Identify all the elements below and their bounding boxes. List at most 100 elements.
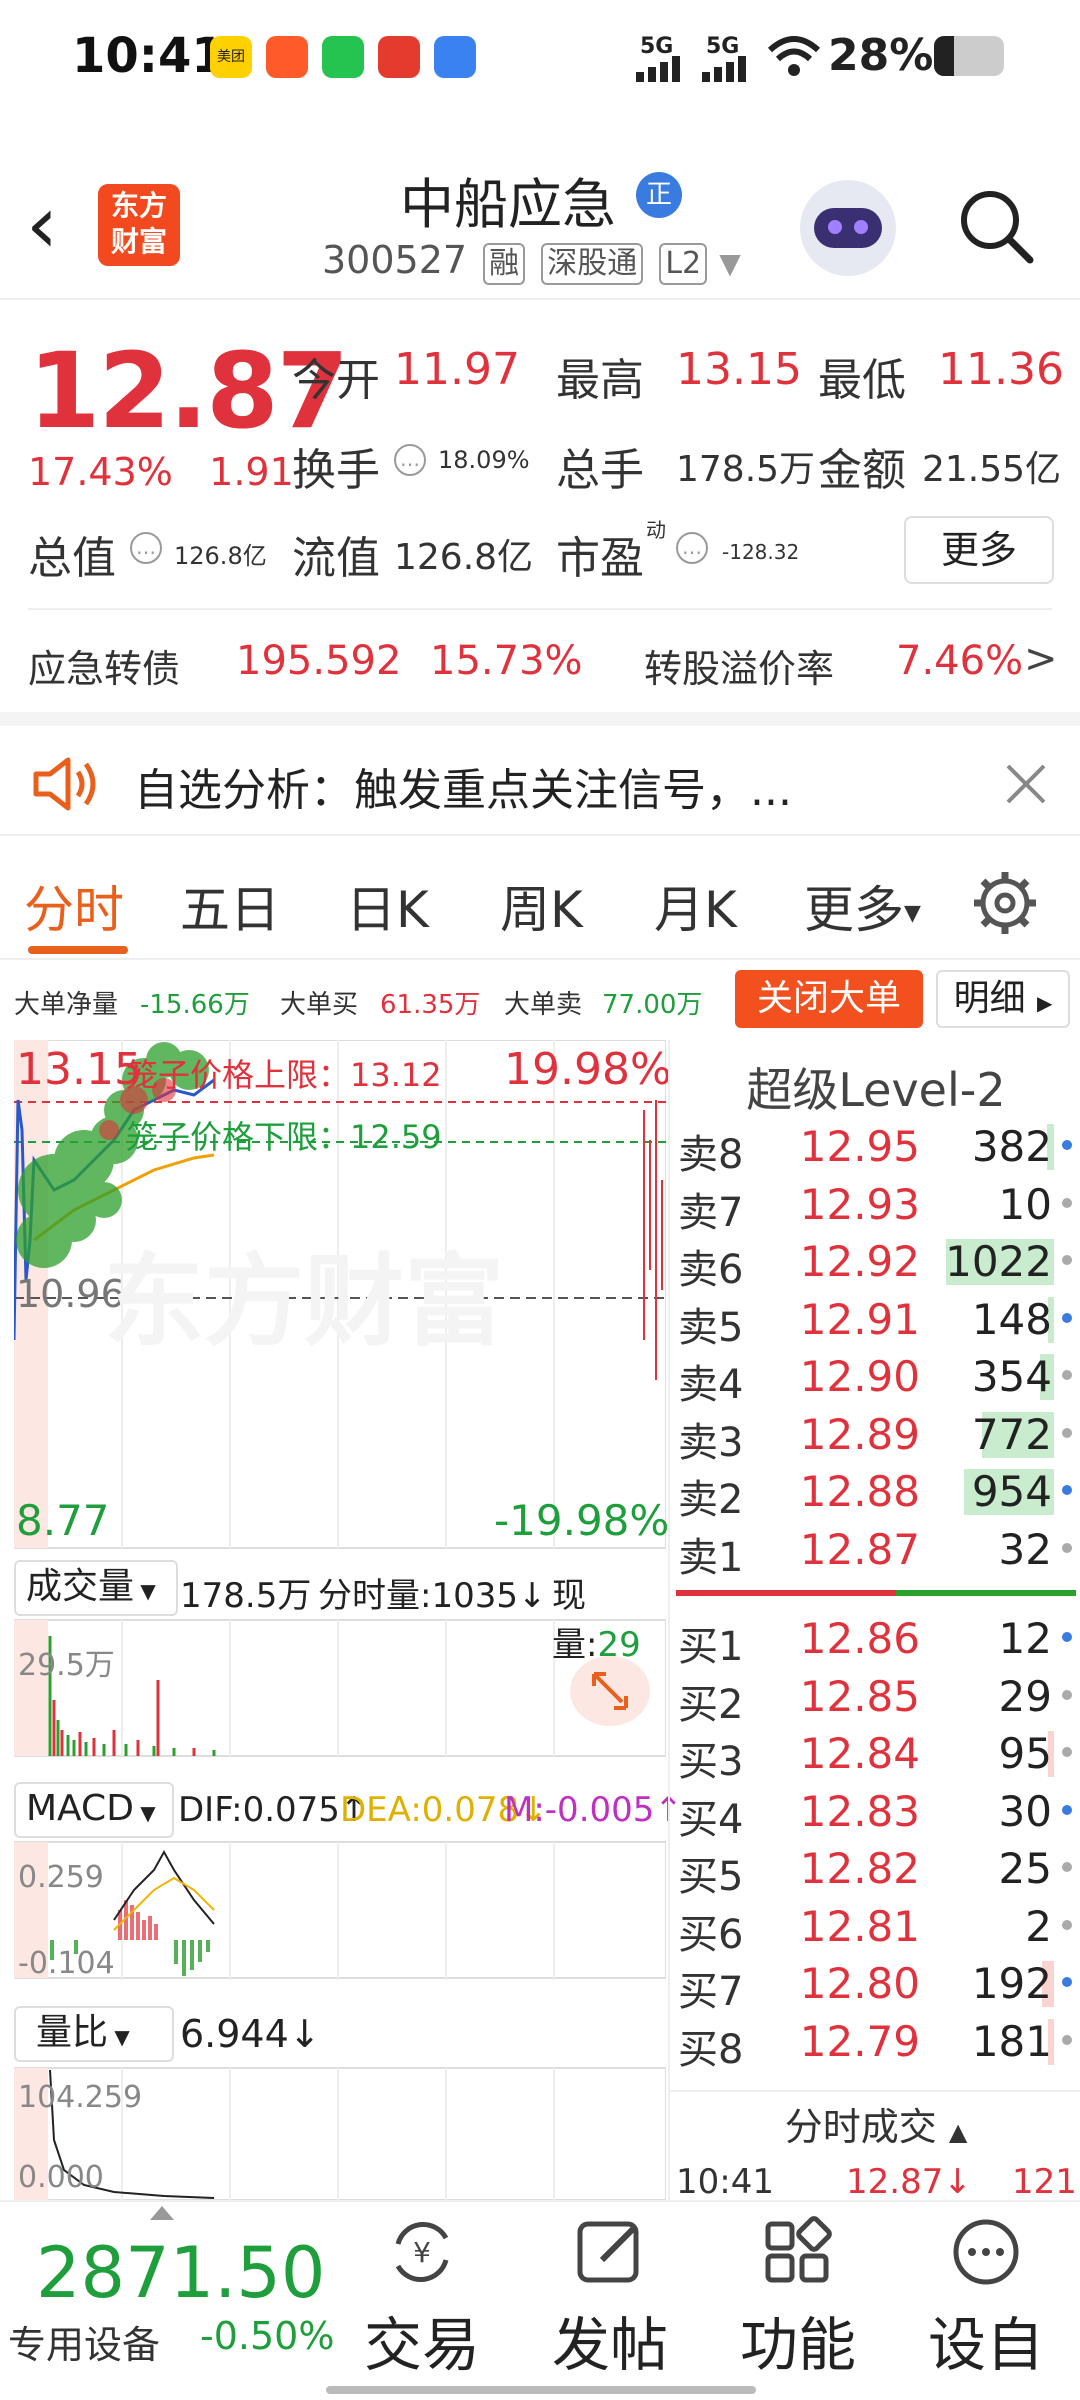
- back-icon[interactable]: ‹: [26, 185, 86, 270]
- status-time: 10:41: [72, 28, 225, 84]
- search-icon[interactable]: [958, 188, 1034, 264]
- ask-row[interactable]: 卖2 12.88 954: [670, 1463, 1080, 1523]
- ask-row[interactable]: 卖6 12.92 1022: [670, 1233, 1080, 1293]
- info-icon[interactable]: …: [676, 532, 708, 564]
- tab-monthly-k[interactable]: 月K: [654, 870, 737, 942]
- bid-row[interactable]: 买6 12.81 2: [670, 1898, 1080, 1958]
- close-bigorder-button[interactable]: 关闭大单: [735, 970, 923, 1028]
- pe-label: 市盈: [556, 533, 644, 584]
- open-label: 今开: [292, 355, 380, 406]
- speaker-icon: [33, 757, 96, 811]
- bid-row[interactable]: 买1 12.86 12: [670, 1610, 1080, 1670]
- macd-dropdown[interactable]: MACD ▼: [14, 1782, 174, 1838]
- level-volume: 2: [1025, 1901, 1052, 1951]
- index-value: 2871.50: [36, 2232, 326, 2314]
- nav-custom[interactable]: 设自: [916, 2214, 1056, 2382]
- high-label: 最高: [556, 355, 644, 406]
- level-price: 12.91: [799, 1294, 920, 1344]
- macd-bottom: -0.104: [18, 1946, 115, 1981]
- ask-row[interactable]: 卖3 12.89 772: [670, 1406, 1080, 1466]
- bond-price: 195.592: [236, 638, 402, 684]
- float-value: 126.8亿: [394, 537, 534, 578]
- level-volume: 354: [971, 1352, 1052, 1401]
- analysis-notice[interactable]: 自选分析：触发重点关注信号，...: [0, 712, 1080, 836]
- price-change: 17.43% 1.91: [28, 450, 294, 494]
- level-label: 卖4: [678, 1362, 744, 1408]
- level-label: 买5: [678, 1854, 744, 1900]
- index-name: 专用设备: [8, 2323, 161, 2367]
- level-price: 12.92: [799, 1237, 920, 1286]
- level-volume: 10: [998, 1179, 1052, 1229]
- ask-row[interactable]: 卖8 12.95 382: [670, 1118, 1080, 1178]
- detail-button[interactable]: 明细 ▶: [936, 970, 1070, 1028]
- level-volume: 148: [971, 1294, 1052, 1344]
- volume-dropdown[interactable]: 成交量 ▼: [14, 1560, 178, 1616]
- nav-functions[interactable]: 功能: [728, 2214, 868, 2382]
- bid-row[interactable]: 买3 12.84 95: [670, 1725, 1080, 1785]
- info-icon[interactable]: …: [394, 444, 426, 476]
- tab-five-day[interactable]: 五日: [180, 870, 280, 942]
- ask-row[interactable]: 卖1 12.87 32: [670, 1521, 1080, 1581]
- chart-pct-bottom: -19.98%: [494, 1496, 670, 1545]
- level-label: 卖3: [678, 1419, 744, 1466]
- level-volume: 1022: [945, 1237, 1052, 1286]
- bottom-navigation: 2871.50 专用设备 -0.50% ¥ 交易 发帖 功能 设自: [0, 2200, 1080, 2400]
- level-price: 12.90: [799, 1352, 920, 1401]
- home-indicator[interactable]: [326, 2386, 756, 2394]
- expand-icon[interactable]: [570, 1656, 650, 1726]
- amount-value: 21.55亿: [922, 449, 1062, 490]
- bid-row[interactable]: 买7 12.80 192: [670, 1955, 1080, 2015]
- level-label: 卖6: [678, 1247, 744, 1293]
- chart-tabs: 分时 五日 日K 周K 月K 更多▼: [0, 836, 1080, 960]
- volume-ratio-top: 104.259: [18, 2080, 143, 2115]
- signal-icon-2: [702, 56, 746, 82]
- level-label: 买6: [678, 1911, 744, 1958]
- pe-dynamic-mark: 动: [646, 518, 666, 542]
- assistant-avatar[interactable]: [800, 180, 896, 276]
- level-label: 卖8: [678, 1132, 744, 1178]
- level-dot: [1062, 1632, 1072, 1642]
- ask-row[interactable]: 卖4 12.90 354: [670, 1348, 1080, 1408]
- bid-row[interactable]: 买5 12.82 25: [670, 1840, 1080, 1900]
- bond-pct: 15.73%: [430, 638, 583, 684]
- battery-icon: [934, 36, 1004, 76]
- tick-trades-toggle[interactable]: 分时成交 ▲: [670, 2090, 1080, 2160]
- convertible-bond-row[interactable]: 应急转债 195.592 15.73% 转股溢价率 7.46% >: [0, 608, 1080, 708]
- info-icon[interactable]: …: [130, 532, 162, 564]
- nav-post[interactable]: 发帖: [540, 2214, 680, 2382]
- bid-row[interactable]: 买2 12.85 29: [670, 1668, 1080, 1728]
- level-volume: 772: [971, 1409, 1052, 1459]
- index-ticker[interactable]: 2871.50 专用设备 -0.50%: [0, 2202, 340, 2400]
- level-volume: 382: [971, 1122, 1052, 1171]
- eastmoney-logo[interactable]: 东方 财富: [98, 184, 180, 266]
- wechat-icon: [322, 36, 364, 78]
- tab-daily-k[interactable]: 日K: [346, 870, 429, 942]
- volume-label: 总手: [556, 445, 644, 496]
- level-price: 12.89: [799, 1409, 920, 1459]
- bid-row[interactable]: 买4 12.83 30: [670, 1783, 1080, 1843]
- turnover-label: 换手: [292, 445, 380, 496]
- tab-weekly-k[interactable]: 周K: [500, 870, 583, 942]
- current-volume: 现量:29: [552, 1576, 641, 1665]
- bid-row[interactable]: 买8 12.79 181: [670, 2013, 1080, 2073]
- level-dot: [1062, 1312, 1072, 1323]
- ask-row[interactable]: 卖5 12.91 148: [670, 1291, 1080, 1351]
- level-dot: [1062, 2034, 1072, 2045]
- order-book-title: 超级Level-2: [746, 1063, 1006, 1117]
- bigorder-sell-label: 大单卖: [504, 990, 583, 1020]
- close-icon[interactable]: [1004, 762, 1048, 806]
- settings-gear-icon[interactable]: [972, 870, 1038, 936]
- tab-intraday[interactable]: 分时: [24, 870, 124, 942]
- ask-row[interactable]: 卖7 12.93 10: [670, 1176, 1080, 1236]
- volume-value: 178.5万: [676, 449, 816, 490]
- chevron-right-icon: >: [1024, 636, 1058, 682]
- intraday-chart[interactable]: 13.15 19.98% 笼子价格上限：13.12 笼子价格下限：12.59 1…: [12, 1039, 683, 2201]
- tab-more[interactable]: 更多▼: [804, 870, 921, 942]
- open-value: 11.97: [394, 344, 520, 395]
- svg-text:¥: ¥: [413, 2236, 431, 2269]
- stock-code-row[interactable]: 300527 融 深股通 L2 ▼: [322, 238, 741, 285]
- volume-ratio-dropdown[interactable]: 量比 ▼: [14, 2006, 174, 2062]
- more-button[interactable]: 更多: [904, 516, 1054, 584]
- more-dots-icon: [953, 2219, 1019, 2285]
- nav-trade[interactable]: ¥ 交易: [352, 2214, 492, 2382]
